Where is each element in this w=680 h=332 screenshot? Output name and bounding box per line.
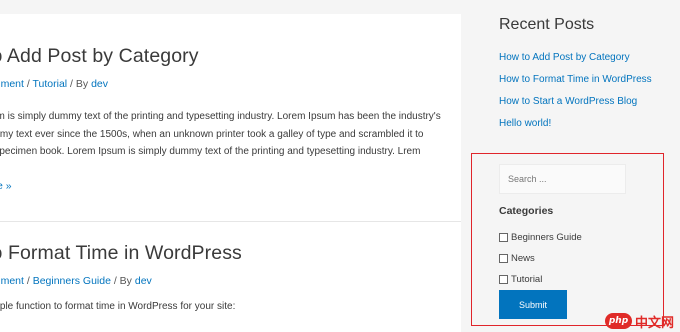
meta-separator: / By (110, 275, 135, 287)
post-meta: omment / Beginners Guide / By dev (0, 275, 447, 287)
recent-post-link[interactable]: How to Start a WordPress Blog (499, 96, 637, 107)
post-card: to Add Post by Category omment / Tutoria… (0, 45, 447, 161)
watermark: php 中文网 (605, 312, 675, 331)
category-option[interactable]: Beginners Guide (499, 227, 582, 248)
excerpt-line: sum is simply dummy text of the printing… (0, 111, 441, 122)
recent-post-item: How to Add Post by Category (499, 52, 652, 74)
category-checkbox[interactable] (499, 233, 508, 242)
submit-button[interactable]: Submit (499, 290, 567, 319)
post-category-link[interactable]: Tutorial (33, 78, 68, 90)
post-excerpt: sum is simply dummy text of the printing… (0, 108, 447, 161)
post-title[interactable]: to Format Time in WordPress (0, 242, 447, 265)
post-divider (0, 221, 461, 222)
watermark-text: 中文网 (635, 315, 675, 331)
categories-title: Categories (499, 205, 554, 217)
recent-post-item: How to Format Time in WordPress (499, 74, 652, 96)
category-option[interactable]: Tutorial (499, 269, 582, 290)
category-checkbox[interactable] (499, 254, 508, 263)
recent-post-link[interactable]: Hello world! (499, 118, 551, 129)
meta-separator: / (23, 78, 33, 90)
category-label: Beginners Guide (511, 232, 582, 243)
recent-posts-title: Recent Posts (499, 16, 595, 33)
excerpt-line: e specimen book. Lorem Ipsum is simply d… (0, 146, 421, 157)
post-category-link[interactable]: omment (0, 78, 24, 90)
category-label: Tutorial (511, 274, 543, 285)
recent-posts-list: How to Add Post by Category How to Forma… (499, 52, 652, 140)
recent-post-item: Hello world! (499, 118, 652, 140)
category-label: News (511, 253, 535, 264)
meta-separator: / By (67, 78, 92, 90)
php-logo-icon: php (605, 313, 632, 329)
recent-post-item: How to Start a WordPress Blog (499, 96, 652, 118)
post-author-link[interactable]: dev (91, 78, 108, 90)
meta-separator: / (23, 275, 33, 287)
post-author-link[interactable]: dev (135, 275, 152, 287)
post-title[interactable]: to Add Post by Category (0, 45, 447, 68)
post-card: to Format Time in WordPress omment / Beg… (0, 242, 447, 316)
categories-list: Beginners Guide News Tutorial (499, 227, 582, 290)
excerpt-line: ample function to format time in WordPre… (0, 301, 236, 312)
search-input[interactable] (499, 164, 626, 194)
post-meta: omment / Tutorial / By dev (0, 78, 447, 90)
post-category-link[interactable]: omment (0, 275, 24, 287)
recent-post-link[interactable]: How to Add Post by Category (499, 52, 630, 63)
read-more-link[interactable]: e » (0, 180, 12, 192)
post-excerpt: ample function to format time in WordPre… (0, 298, 447, 316)
category-checkbox[interactable] (499, 275, 508, 284)
recent-post-link[interactable]: How to Format Time in WordPress (499, 74, 652, 85)
category-option[interactable]: News (499, 248, 582, 269)
excerpt-line: ummy text ever since the 1500s, when an … (0, 128, 424, 140)
post-category-link[interactable]: Beginners Guide (33, 275, 111, 287)
